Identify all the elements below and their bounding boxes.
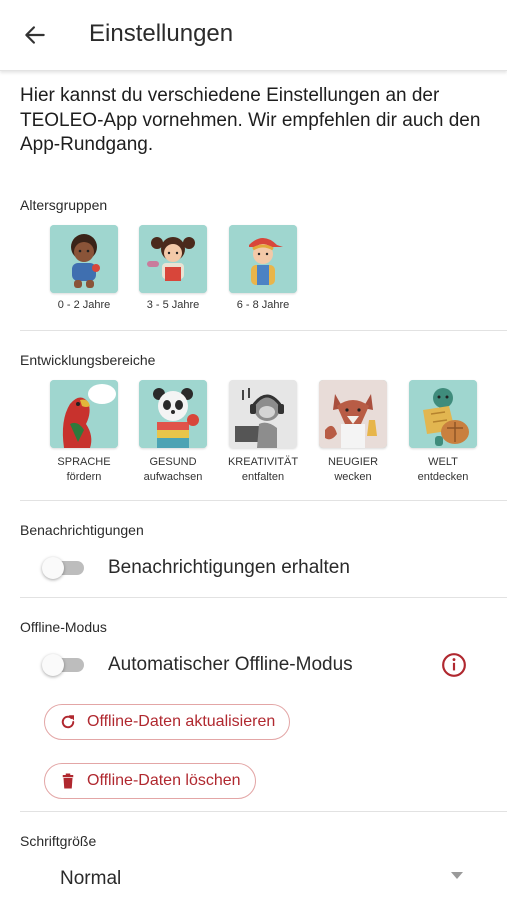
age-group-tile-3-5[interactable]: [139, 225, 207, 293]
delete-offline-data-label: Offline-Daten löschen: [87, 772, 241, 789]
dev-area-label-line1: KREATIVITÄT: [227, 456, 299, 468]
dev-area-label-welt: WELT entdecken: [398, 455, 488, 485]
section-label-offline: Offline-Modus: [20, 619, 107, 635]
dev-area-label-line2: fördern: [66, 471, 102, 483]
fox-scientist-illustration: [319, 380, 387, 448]
dev-area-label-line2: entdecken: [417, 471, 469, 483]
section-label-age-groups: Altersgruppen: [20, 197, 108, 213]
dev-area-tile-sprache[interactable]: [50, 380, 118, 448]
dev-area-label-neugier: NEUGIER wecken: [308, 455, 398, 485]
delete-offline-data-button[interactable]: Offline-Daten löschen: [44, 763, 256, 799]
app-bar: Einstellungen: [0, 0, 507, 71]
notifications-toggle[interactable]: [42, 557, 86, 579]
refresh-icon: [61, 715, 75, 729]
dev-area-tile-welt[interactable]: [409, 380, 477, 448]
panda-illustration: [139, 380, 207, 448]
font-size-select[interactable]: Normal: [20, 858, 470, 898]
divider: [20, 500, 507, 501]
switch-knob: [42, 654, 64, 676]
refresh-offline-data-label: Offline-Daten aktualisieren: [87, 713, 276, 730]
dev-area-label-line1: WELT: [428, 456, 458, 468]
dev-area-label-line1: SPRACHE: [57, 456, 111, 468]
monkey-headphones-illustration: [229, 380, 297, 448]
dev-area-label-line2: wecken: [334, 471, 372, 483]
dropdown-arrow-icon: [451, 872, 463, 879]
age-group-label-3-5: 3 - 5 Jahre: [146, 299, 200, 311]
notifications-toggle-label: Benachrichtigungen erhalten: [108, 557, 350, 578]
dev-area-tile-kreativitaet[interactable]: [229, 380, 297, 448]
refresh-offline-data-button[interactable]: Offline-Daten aktualisieren: [44, 704, 291, 740]
turtle-map-illustration: [409, 380, 477, 448]
dev-area-label-line1: NEUGIER: [327, 456, 379, 468]
offline-mode-toggle-label: Automatischer Offline-Modus: [108, 654, 353, 675]
divider: [20, 811, 507, 812]
font-size-value: Normal: [60, 868, 122, 889]
divider: [20, 330, 507, 331]
section-label-dev-areas: Entwicklungsbereiche: [20, 352, 156, 368]
section-label-font-size: Schriftgröße: [20, 833, 97, 849]
dev-area-label-gesund: GESUND aufwachsen: [128, 455, 218, 485]
intro-text: Hier kannst du verschiedene Einstellunge…: [20, 85, 481, 155]
dev-area-label-line2: aufwachsen: [143, 471, 203, 483]
offline-mode-toggle[interactable]: [42, 654, 86, 676]
divider: [20, 597, 507, 598]
age-group-tile-6-8[interactable]: [229, 225, 297, 293]
info-circle-icon[interactable]: [441, 652, 467, 678]
dev-area-tile-neugier[interactable]: [319, 380, 387, 448]
dev-area-label-sprache: SPRACHE fördern: [39, 455, 129, 485]
section-label-notifications: Benachrichtigungen: [20, 522, 144, 538]
boy-cap-illustration: [229, 225, 297, 293]
girl-illustration: [139, 225, 207, 293]
toddler-illustration: [50, 225, 118, 293]
age-group-label-6-8: 6 - 8 Jahre: [236, 299, 290, 311]
age-group-tile-0-2[interactable]: [50, 225, 118, 293]
parrot-illustration: [50, 380, 118, 448]
dev-area-label-kreativitaet: KREATIVITÄT entfalten: [218, 455, 308, 485]
dev-area-tile-gesund[interactable]: [139, 380, 207, 448]
trash-icon: [62, 773, 74, 789]
dev-area-label-line2: entfalten: [241, 471, 285, 483]
page-title: Einstellungen: [89, 20, 234, 47]
dev-area-label-line1: GESUND: [149, 456, 197, 468]
back-arrow-icon[interactable]: [22, 22, 48, 48]
switch-knob: [42, 557, 64, 579]
age-group-label-0-2: 0 - 2 Jahre: [57, 299, 111, 311]
